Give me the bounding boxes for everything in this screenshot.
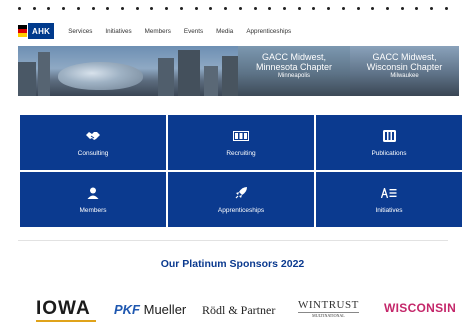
tile-members[interactable]: Members: [20, 172, 166, 227]
nav-item-apprenticeships[interactable]: Apprenticeships: [246, 28, 291, 35]
tile-publications[interactable]: Publications: [316, 115, 462, 170]
person-icon: [87, 186, 99, 200]
logo-text: AHK: [28, 23, 55, 39]
nav-item-media[interactable]: Media: [216, 28, 233, 35]
mueller-text: Mueller: [143, 302, 187, 317]
rocket-icon: [235, 186, 248, 200]
tile-label: Publications: [371, 149, 407, 157]
panel-city: Minneapolis: [277, 73, 311, 79]
nav-item-members[interactable]: Members: [145, 28, 171, 35]
tile-label: Recruiting: [226, 149, 256, 157]
panel-title-line2: Wisconsin Chapter: [366, 62, 443, 72]
nav-item-services[interactable]: Services: [68, 28, 92, 35]
people-group-icon: [233, 129, 249, 143]
tile-label: Initiatives: [375, 206, 403, 214]
tile-initiatives[interactable]: Initiatives: [316, 172, 462, 227]
panel-title-line1: GACC Midwest,: [261, 52, 326, 62]
iowa-logo[interactable]: IOWA: [36, 298, 96, 322]
tile-label: Apprenticeships: [217, 206, 265, 214]
tile-apprenticeships[interactable]: Apprenticeships: [168, 172, 314, 227]
sponsor-logos: IOWA PKF Mueller Rödl & Partner WINTRUST…: [18, 298, 458, 323]
wintrust-text: WINTRUST: [298, 299, 359, 311]
top-dotted-border: [18, 7, 448, 13]
wisconsin-logo[interactable]: WISCONSIN: [384, 301, 456, 315]
rodl-partner-logo[interactable]: Rödl & Partner: [202, 303, 275, 318]
wintrust-subtext: MULTINATIONAL: [298, 312, 359, 318]
pkf-mueller-logo[interactable]: PKF Mueller: [114, 302, 186, 317]
german-flag-icon: [18, 24, 27, 38]
handshake-icon: [85, 129, 101, 143]
section-divider: [18, 240, 448, 241]
ahk-logo[interactable]: AHK: [18, 22, 55, 40]
panel-title-line1: GACC Midwest,: [372, 52, 437, 62]
tile-label: Members: [79, 206, 107, 214]
top-navigation: AHK Services Initiatives Members Events …: [18, 20, 448, 42]
tile-consulting[interactable]: Consulting: [20, 115, 166, 170]
nav-item-initiatives[interactable]: Initiatives: [105, 28, 131, 35]
iowa-logo-text: IOWA: [36, 298, 91, 319]
wisconsin-chapter-link[interactable]: GACC Midwest, Wisconsin Chapter Milwauke…: [350, 46, 459, 96]
pkf-text: PKF: [114, 302, 140, 317]
sponsors-heading: Our Platinum Sponsors 2022: [160, 258, 305, 270]
hero-banner: GACC Midwest, Minnesota Chapter Minneapo…: [18, 46, 459, 96]
minnesota-chapter-link[interactable]: GACC Midwest, Minnesota Chapter Minneapo…: [238, 46, 350, 96]
newspaper-icon: [382, 129, 396, 143]
tile-label: Consulting: [77, 149, 109, 157]
wintrust-logo[interactable]: WINTRUST MULTINATIONAL: [298, 299, 359, 318]
panel-title-line2: Minnesota Chapter: [255, 62, 333, 72]
chicago-skyline-image: [18, 46, 238, 96]
tile-recruiting[interactable]: Recruiting: [168, 115, 314, 170]
service-tiles: Consulting Recruiting Publications Membe…: [20, 115, 462, 227]
nav-item-events[interactable]: Events: [184, 28, 203, 35]
panel-city: Milwaukee: [390, 73, 419, 79]
text-list-icon: [381, 186, 397, 200]
